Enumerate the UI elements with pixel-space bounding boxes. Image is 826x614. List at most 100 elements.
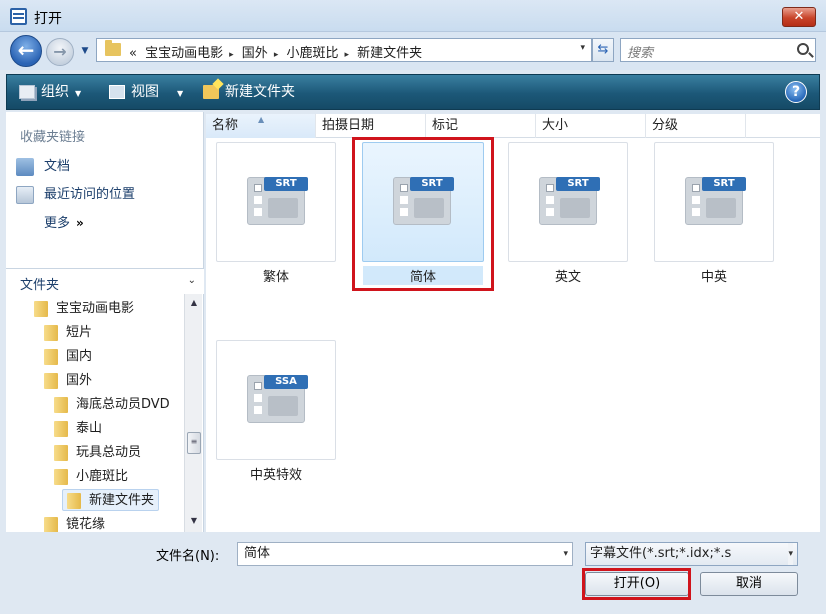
title-bar: 打开 ✕ [0, 0, 826, 32]
tree-item-selected[interactable]: 新建文件夹 [62, 489, 160, 511]
tree-item-label: 国内 [66, 349, 93, 364]
search-placeholder: 搜索 [627, 46, 654, 61]
tree-item[interactable]: 玩具总动员 [54, 442, 141, 464]
tree-item-label: 海底总动员DVD [76, 397, 170, 412]
tree-item[interactable]: 国内 [44, 346, 92, 368]
folder-icon [54, 468, 68, 485]
column-header-rating[interactable]: 分级 [646, 114, 746, 138]
file-tile[interactable]: SRT [216, 142, 336, 262]
subtitle-file-icon: SSA [247, 375, 308, 423]
command-bar: 组织 ▼ 视图 ▼ 新建文件夹 ? [6, 74, 820, 110]
column-headers: ▲ 名称 拍摄日期 标记 大小 分级 [206, 114, 820, 138]
tree-item[interactable]: 短片 [44, 322, 92, 344]
chevron-down-icon[interactable]: ▾ [788, 543, 793, 565]
folders-label: 文件夹 [20, 278, 60, 293]
organize-button[interactable]: 组织 ▼ [19, 75, 81, 109]
favorites-heading: 收藏夹链接 [20, 130, 86, 145]
chevron-down-icon[interactable]: ⌄ [188, 275, 196, 286]
folder-icon [44, 348, 58, 365]
file-type-tag: SRT [702, 177, 746, 191]
breadcrumb-item[interactable]: 国外 [242, 46, 268, 61]
folders-header[interactable]: 文件夹 ⌄ [6, 268, 204, 294]
tree-item[interactable]: 宝宝动画电影 [34, 298, 134, 320]
documents-icon [16, 157, 34, 176]
tree-item[interactable]: 海底总动员DVD [54, 394, 170, 416]
column-header-name[interactable]: ▲ 名称 [206, 114, 316, 138]
tree-scrollbar[interactable]: ▲ ≡ ▼ [184, 294, 202, 532]
organize-icon [19, 85, 35, 99]
breadcrumb-item[interactable]: 小鹿斑比 [286, 46, 338, 61]
more-favorites-link[interactable]: 更多 » [44, 212, 84, 231]
tree-item-label: 玩具总动员 [76, 445, 142, 460]
file-name[interactable]: 中英 [654, 266, 774, 285]
file-tile[interactable]: SSA [216, 340, 336, 460]
file-type-tag: SRT [264, 177, 308, 191]
history-dropdown-icon[interactable]: ▼ [78, 42, 92, 60]
organize-label: 组织 [41, 84, 69, 100]
file-type-select[interactable]: 字幕文件(*.srt;*.idx;*.s ▾ [585, 542, 798, 566]
favorite-label: 文档 [44, 159, 71, 174]
tree-item[interactable]: 国外 [44, 370, 92, 392]
address-dropdown-icon[interactable]: ▾ [580, 43, 585, 53]
search-input[interactable]: 搜索 [620, 38, 816, 62]
folder-tree: 宝宝动画电影 短片 国内 国外 海底总动员DVD 泰山 玩具总动员 小鹿斑比 新… [6, 294, 184, 532]
file-name[interactable]: 英文 [508, 266, 628, 285]
favorite-documents[interactable]: 文档 [16, 156, 70, 178]
tree-item[interactable]: 镜花缘 [44, 514, 105, 532]
chevron-down-icon[interactable]: ▾ [563, 543, 568, 565]
column-header-date-taken[interactable]: 拍摄日期 [316, 114, 426, 138]
tree-item-label: 小鹿斑比 [76, 469, 129, 484]
forward-button[interactable]: → [46, 38, 74, 66]
file-tile[interactable]: SRT [654, 142, 774, 262]
folder-icon [44, 516, 58, 532]
address-bar[interactable]: « 宝宝动画电影 ▸ 国外 ▸ 小鹿斑比 ▸ 新建文件夹 ▾ [96, 38, 592, 62]
scroll-thumb[interactable]: ≡ [187, 432, 201, 454]
breadcrumb-item[interactable]: 新建文件夹 [357, 46, 422, 61]
double-chevron-icon: » [76, 216, 84, 230]
tree-item[interactable]: 小鹿斑比 [54, 466, 128, 488]
filename-field[interactable]: 简体 ▾ [237, 542, 573, 566]
folder-icon [54, 420, 68, 437]
column-label: 分级 [652, 118, 679, 133]
back-button[interactable]: ← [10, 35, 42, 67]
chevron-down-icon: ▼ [75, 89, 82, 98]
recent-places-icon [16, 185, 34, 204]
file-type-tag: SRT [556, 177, 600, 191]
tree-item[interactable]: 泰山 [54, 418, 102, 440]
column-header-size[interactable]: 大小 [536, 114, 646, 138]
views-button[interactable]: 视图 ▼ [109, 75, 183, 109]
folder-icon [54, 396, 68, 413]
file-tile[interactable]: SRT [508, 142, 628, 262]
views-icon [109, 85, 125, 99]
file-name[interactable]: 繁体 [216, 266, 336, 285]
cancel-button[interactable]: 取消 [700, 572, 798, 596]
close-button[interactable]: ✕ [782, 7, 816, 27]
tree-item-label: 镜花缘 [66, 517, 106, 532]
scroll-down-icon[interactable]: ▼ [187, 516, 201, 528]
favorite-label: 最近访问的位置 [44, 187, 136, 202]
file-list: SRT 繁体 SRT 简体 SRT 英文 SRT 中英 SSA 中英特效 [206, 138, 820, 532]
scroll-up-icon[interactable]: ▲ [187, 298, 201, 310]
more-label: 更多 [44, 216, 71, 231]
window-title: 打开 [34, 11, 62, 27]
tree-item-label: 国外 [66, 373, 93, 388]
breadcrumb-separator-icon[interactable]: ▸ [345, 50, 350, 60]
refresh-button[interactable]: ⇆ [592, 38, 614, 62]
tree-item-label: 短片 [66, 325, 93, 340]
column-header-tags[interactable]: 标记 [426, 114, 536, 138]
breadcrumb-overflow[interactable]: « [129, 46, 137, 61]
file-name[interactable]: 中英特效 [216, 464, 336, 483]
breadcrumb-separator-icon[interactable]: ▸ [274, 50, 279, 60]
breadcrumb-separator-icon[interactable]: ▸ [229, 50, 234, 60]
subtitle-file-icon: SRT [539, 177, 600, 225]
folder-icon [67, 492, 81, 509]
file-type-tag: SSA [264, 375, 308, 389]
tree-item-label: 新建文件夹 [89, 493, 155, 508]
new-folder-button[interactable]: 新建文件夹 [203, 75, 295, 109]
subtitle-file-icon: SRT [247, 177, 308, 225]
breadcrumb-item[interactable]: 宝宝动画电影 [145, 46, 223, 61]
views-label: 视图 [131, 84, 159, 100]
search-icon[interactable] [797, 43, 809, 55]
favorite-recent-places[interactable]: 最近访问的位置 [16, 184, 135, 206]
help-icon[interactable]: ? [785, 81, 807, 103]
